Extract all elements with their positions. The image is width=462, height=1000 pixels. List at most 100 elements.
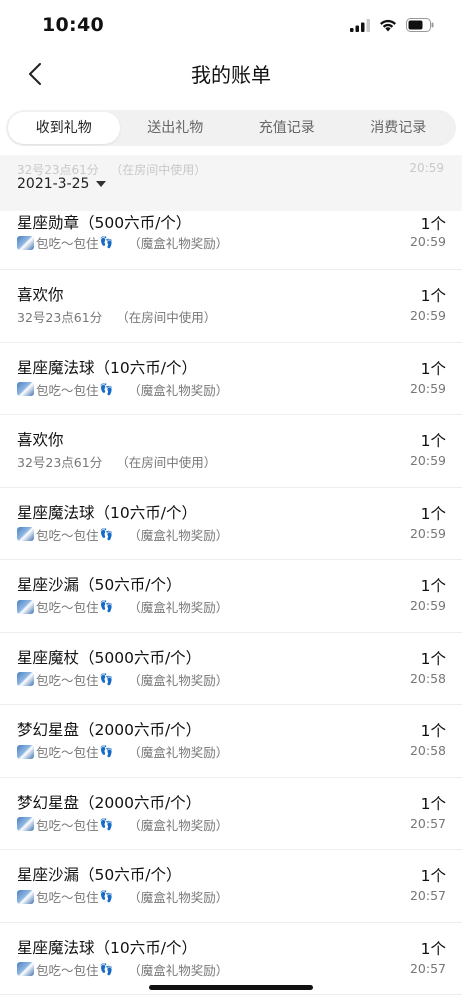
gift-time: 20:57 <box>409 960 446 976</box>
footprints-icon: 👣 <box>99 236 114 249</box>
tab-received-gifts[interactable]: 收到礼物 <box>8 112 120 144</box>
faded-row-user: 32号23点61分 <box>17 163 99 177</box>
gift-time: 20:59 <box>409 308 446 323</box>
gift-name: 喜欢你 <box>17 286 64 304</box>
gift-note: （魔盒礼物奖励） <box>128 962 229 978</box>
sender-avatar <box>17 672 34 686</box>
gift-source: 32号23点61分 （在房间中使用） <box>17 452 216 471</box>
list-item[interactable]: 梦幻星盘（2000六币/个） 包吃～包住 👣 （魔盒礼物奖励） 1个 20:58 <box>0 705 462 778</box>
gift-record-list: 星座勋章（500六币/个） 包吃～包住 👣 （魔盒礼物奖励） 1个 20:59 喜欢你 32号… <box>0 211 462 995</box>
sender-name: 32号23点61分 <box>17 310 103 325</box>
sender-name: 包吃～包住 <box>36 962 99 978</box>
footprints-icon: 👣 <box>99 527 114 541</box>
tab-sent-gifts[interactable]: 送出礼物 <box>120 112 232 144</box>
tab-spending-records[interactable]: 消费记录 <box>343 112 455 144</box>
footprints-icon: 👣 <box>99 672 114 686</box>
gift-source: 包吃～包住 👣 （魔盒礼物奖励） <box>17 670 228 689</box>
gift-source: 包吃～包住 👣 （魔盒礼物奖励） <box>17 742 228 761</box>
tab-bar: 收到礼物 送出礼物 充值记录 消费记录 <box>6 110 456 146</box>
gift-count: 1个 <box>420 867 446 885</box>
gift-time: 20:59 <box>409 234 446 249</box>
caret-down-icon <box>96 181 107 187</box>
gift-time: 20:59 <box>409 380 446 396</box>
gift-count: 1个 <box>420 939 446 958</box>
sender-avatar <box>17 382 34 396</box>
date-selector[interactable]: 2021-3-25 <box>17 176 107 192</box>
status-time: 10:40 <box>42 14 104 36</box>
sender-name: 包吃～包住 <box>36 382 99 398</box>
gift-note: （魔盒礼物奖励） <box>128 672 229 688</box>
page-title: 我的账单 <box>191 63 271 87</box>
sender-name: 包吃～包住 <box>36 890 99 905</box>
list-item[interactable]: 星座魔杖（5000六币/个） 包吃～包住 👣 （魔盒礼物奖励） 1个 20:58 <box>0 633 462 705</box>
sender-avatar <box>17 962 34 976</box>
gift-count: 1个 <box>420 432 446 450</box>
gift-note: （在房间中使用） <box>116 455 217 470</box>
footprints-icon: 👣 <box>99 817 114 831</box>
gift-source: 包吃～包住 👣 （魔盒礼物奖励） <box>17 887 228 906</box>
gift-count: 1个 <box>420 287 446 305</box>
gift-name: 星座勋章（500六币/个） <box>17 214 192 232</box>
gift-note: （魔盒礼物奖励） <box>128 236 229 251</box>
sender-avatar <box>17 817 34 831</box>
gift-source: 包吃～包住 👣 （魔盒礼物奖励） <box>17 233 228 252</box>
gift-count: 1个 <box>420 359 446 378</box>
sender-name: 包吃～包住 <box>36 745 99 760</box>
gift-note: （魔盒礼物奖励） <box>128 817 229 833</box>
faded-row-time: 20:59 <box>409 161 444 175</box>
gift-name: 星座沙漏（50六币/个） <box>17 576 182 594</box>
gift-name: 梦幻星盘（2000六币/个） <box>17 721 202 739</box>
gift-name: 星座魔法球（10六币/个） <box>17 938 197 957</box>
sender-name: 包吃～包住 <box>36 527 99 543</box>
list-item[interactable]: 喜欢你 32号23点61分 （在房间中使用） 1个 20:59 <box>0 415 462 488</box>
gift-name: 星座沙漏（50六币/个） <box>17 866 182 884</box>
list-item[interactable]: 梦幻星盘（2000六币/个） 包吃～包住 👣 （魔盒礼物奖励） 1个 20:57 <box>0 778 462 850</box>
gift-count: 1个 <box>420 794 446 813</box>
list-item[interactable]: 星座勋章（500六币/个） 包吃～包住 👣 （魔盒礼物奖励） 1个 20:59 <box>0 211 462 270</box>
gift-source: 包吃～包住 👣 （魔盒礼物奖励） <box>17 960 228 979</box>
gift-name: 梦幻星盘（2000六币/个） <box>17 793 202 812</box>
gift-name: 星座魔法球（10六币/个） <box>17 358 197 377</box>
home-indicator <box>149 985 313 990</box>
cellular-signal-icon <box>350 18 370 32</box>
gift-note: （魔盒礼物奖励） <box>128 382 229 398</box>
status-icons <box>350 18 434 32</box>
footprints-icon: 👣 <box>99 890 114 903</box>
footprints-icon: 👣 <box>99 962 114 976</box>
gift-name: 喜欢你 <box>17 431 64 449</box>
gift-source: 包吃～包住 👣 （魔盒礼物奖励） <box>17 525 228 544</box>
gift-count: 1个 <box>420 722 446 740</box>
list-item[interactable]: 星座沙漏（50六币/个） 包吃～包住 👣 （魔盒礼物奖励） 1个 20:59 <box>0 560 462 633</box>
sender-avatar <box>17 599 34 614</box>
gift-time: 20:57 <box>409 815 446 831</box>
gift-name: 星座魔杖（5000六币/个） <box>17 648 202 667</box>
list-item[interactable]: 星座沙漏（50六币/个） 包吃～包住 👣 （魔盒礼物奖励） 1个 20:57 <box>0 850 462 923</box>
footprints-icon: 👣 <box>99 600 114 613</box>
gift-note: （魔盒礼物奖励） <box>128 600 229 615</box>
sender-name: 包吃～包住 <box>36 236 99 251</box>
gift-note: （魔盒礼物奖励） <box>128 527 229 543</box>
battery-icon <box>406 18 434 32</box>
sender-avatar <box>17 527 34 541</box>
gift-source: 32号23点61分 （在房间中使用） <box>17 307 216 326</box>
list-item[interactable]: 星座魔法球（10六币/个） 包吃～包住 👣 （魔盒礼物奖励） 1个 20:59 <box>0 343 462 415</box>
gift-time: 20:58 <box>409 743 446 758</box>
sender-avatar <box>17 744 34 759</box>
gift-name: 星座魔法球（10六币/个） <box>17 503 197 522</box>
tab-recharge-records[interactable]: 充值记录 <box>231 112 343 144</box>
sender-name: 包吃～包住 <box>36 600 99 615</box>
footprints-icon: 👣 <box>99 745 114 758</box>
faded-row-note: （在房间中使用） <box>110 163 207 177</box>
gift-note: （在房间中使用） <box>116 310 217 325</box>
list-item[interactable]: 喜欢你 32号23点61分 （在房间中使用） 1个 20:59 <box>0 270 462 343</box>
gift-count: 1个 <box>420 504 446 523</box>
gift-time: 20:59 <box>409 453 446 468</box>
gift-time: 20:59 <box>409 598 446 613</box>
date-header: 32号23点61分 （在房间中使用） 20:59 2021-3-25 <box>0 155 462 211</box>
sender-name: 32号23点61分 <box>17 455 103 470</box>
gift-note: （魔盒礼物奖励） <box>128 745 229 760</box>
gift-source: 包吃～包住 👣 （魔盒礼物奖励） <box>17 815 228 834</box>
gift-source: 包吃～包住 👣 （魔盒礼物奖励） <box>17 597 228 616</box>
sender-name: 包吃～包住 <box>36 672 99 688</box>
list-item[interactable]: 星座魔法球（10六币/个） 包吃～包住 👣 （魔盒礼物奖励） 1个 20:59 <box>0 488 462 560</box>
